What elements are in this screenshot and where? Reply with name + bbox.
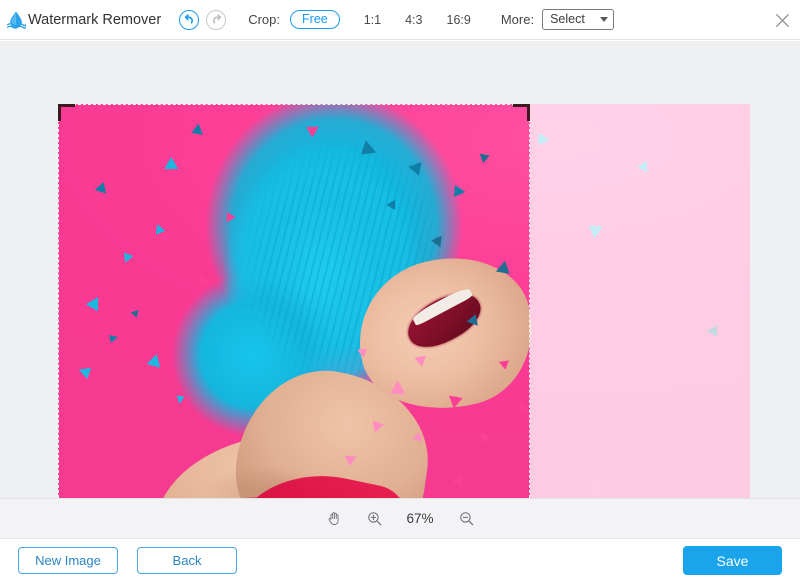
triangle-shard xyxy=(693,213,704,224)
triangle-shard xyxy=(707,325,717,337)
triangle-shard xyxy=(636,161,647,174)
crop-handle-top-right[interactable] xyxy=(513,104,530,121)
more-label: More: xyxy=(501,12,534,27)
hand-tool-icon[interactable] xyxy=(323,508,345,530)
zoom-out-icon[interactable] xyxy=(455,508,477,530)
redo-arrow-icon xyxy=(206,10,226,30)
triangle-shard xyxy=(538,133,550,146)
more-select-dropdown[interactable]: Select xyxy=(542,9,614,30)
chevron-down-icon xyxy=(600,17,608,22)
more-select-value: Select xyxy=(550,13,585,26)
watermark-remover-window: Watermark Remover Crop: Free 1:1 4:3 16:… xyxy=(0,0,800,581)
save-button[interactable]: Save xyxy=(683,546,782,575)
footer-bar: New Image Back Save xyxy=(0,540,800,581)
zoom-in-icon[interactable] xyxy=(363,508,385,530)
app-header: Watermark Remover Crop: Free 1:1 4:3 16:… xyxy=(0,0,800,40)
crop-ratio-1-1[interactable]: 1:1 xyxy=(364,10,381,30)
undo-arrow-icon[interactable] xyxy=(179,10,199,30)
new-image-button[interactable]: New Image xyxy=(18,547,118,574)
triangle-shard xyxy=(588,225,603,238)
water-drop-icon xyxy=(6,10,26,30)
zoom-toolbar: 67% xyxy=(0,498,800,539)
crop-ratio-16-9[interactable]: 16:9 xyxy=(447,10,471,30)
triangle-shard xyxy=(592,479,608,497)
history-controls xyxy=(179,10,226,30)
crop-ratio-free[interactable]: Free xyxy=(290,10,340,30)
crop-ratio-options: Free 1:1 4:3 16:9 xyxy=(290,10,471,30)
crop-ratio-4-3[interactable]: 4:3 xyxy=(405,10,422,30)
crop-handle-top-left[interactable] xyxy=(58,104,75,121)
crop-label: Crop: xyxy=(248,12,280,27)
editor-canvas[interactable] xyxy=(0,41,800,498)
zoom-level-value: 67% xyxy=(403,511,437,526)
back-button[interactable]: Back xyxy=(137,547,237,574)
crop-selection-rect[interactable] xyxy=(58,104,530,498)
app-title: Watermark Remover xyxy=(28,12,161,28)
app-branding: Watermark Remover xyxy=(6,10,161,30)
close-icon[interactable] xyxy=(770,8,794,32)
